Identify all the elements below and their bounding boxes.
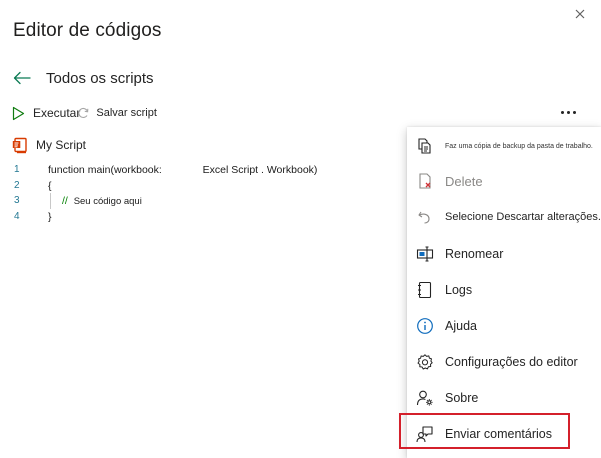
- script-name-row: My Script: [12, 136, 86, 154]
- code-line[interactable]: 3 // Seu código aqui: [0, 193, 400, 209]
- more-horizontal-icon: [560, 110, 564, 114]
- info-icon: [415, 316, 435, 336]
- arrow-left-icon: [13, 71, 31, 85]
- save-script-button[interactable]: Salvar script: [78, 106, 157, 120]
- menu-item-delete[interactable]: Delete: [407, 165, 601, 197]
- menu-item-editor-settings[interactable]: Configurações do editor: [407, 346, 601, 378]
- menu-item-make-copy[interactable]: Faz uma cópia de backup da pasta de trab…: [407, 130, 601, 162]
- undo-icon: [415, 207, 435, 227]
- code-line[interactable]: 4 }: [0, 209, 400, 225]
- code-editor[interactable]: 1 function main(workbook: Excel Script .…: [0, 162, 400, 224]
- indent-guide: [50, 193, 51, 209]
- script-file-icon: [12, 137, 27, 153]
- close-icon: [575, 9, 585, 19]
- menu-item-label: Delete: [445, 173, 483, 189]
- comment-slashes: //: [62, 195, 68, 207]
- code-text[interactable]: function main(workbook: Excel Script . W…: [48, 164, 317, 176]
- menu-item-label: Sobre: [445, 391, 479, 405]
- code-line[interactable]: 2 {: [0, 178, 400, 194]
- menu-item-label: Enviar comentários: [445, 427, 552, 441]
- run-button[interactable]: Executar: [12, 106, 80, 121]
- play-icon: [12, 106, 25, 120]
- delete-document-icon: [415, 171, 435, 191]
- menu-item-label: Ajuda: [445, 319, 477, 333]
- menu-item-label: Selecione Descartar alterações.: [445, 211, 601, 223]
- code-editor-pane: Editor de códigos Todos os scripts Execu…: [0, 0, 601, 458]
- save-script-label: Salvar script: [96, 107, 157, 119]
- menu-item-about[interactable]: Sobre: [407, 382, 601, 414]
- code-comment[interactable]: // Seu código aqui: [62, 195, 142, 207]
- more-options-menu: Faz uma cópia de backup da pasta de trab…: [407, 127, 601, 458]
- menu-item-label: Logs: [445, 283, 473, 297]
- person-settings-icon: [415, 388, 435, 408]
- back-to-all-scripts[interactable]: Todos os scripts: [10, 66, 154, 90]
- menu-item-label: Faz uma cópia de backup da pasta de trab…: [445, 142, 593, 150]
- back-label[interactable]: Todos os scripts: [46, 70, 154, 87]
- more-dot: [566, 110, 570, 114]
- menu-item-discard-changes[interactable]: Selecione Descartar alterações.: [407, 201, 601, 233]
- code-text[interactable]: {: [48, 180, 52, 192]
- line-number: 2: [14, 179, 20, 191]
- line-number: 3: [14, 195, 20, 206]
- menu-item-logs[interactable]: Logs: [407, 274, 601, 306]
- line-number: 4: [14, 210, 20, 222]
- back-button[interactable]: [10, 66, 34, 90]
- feedback-person-icon: [415, 424, 435, 444]
- line-number: 1: [14, 164, 20, 175]
- code-line[interactable]: 1 function main(workbook: Excel Script .…: [0, 162, 400, 178]
- rename-icon: [415, 244, 435, 264]
- menu-item-help[interactable]: Ajuda: [407, 310, 601, 342]
- editor-toolbar: Executar Salvar script: [12, 103, 157, 123]
- more-dot: [572, 110, 576, 114]
- notebook-icon: [415, 280, 435, 300]
- menu-item-rename[interactable]: Renomear: [407, 238, 601, 270]
- comment-text: Seu código aqui: [73, 196, 142, 207]
- pane-title: Editor de códigos: [13, 20, 162, 41]
- menu-item-label: Renomear: [445, 247, 504, 261]
- menu-item-send-feedback[interactable]: Enviar comentários: [407, 418, 601, 450]
- script-name: My Script: [36, 138, 87, 152]
- code-text[interactable]: }: [48, 211, 52, 223]
- save-sync-icon: [76, 106, 90, 120]
- close-button[interactable]: [570, 4, 590, 24]
- copy-document-icon: [415, 136, 435, 156]
- gear-icon: [415, 352, 435, 372]
- more-options-button[interactable]: [556, 104, 580, 120]
- menu-item-label: Configurações do editor: [445, 355, 578, 369]
- run-label: Executar: [33, 106, 81, 120]
